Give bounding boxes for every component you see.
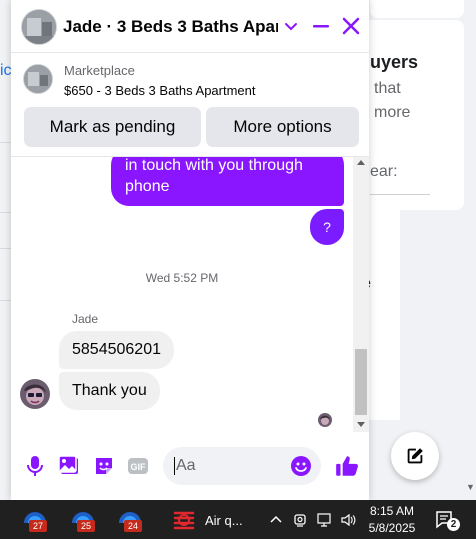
microphone-icon[interactable] — [23, 454, 47, 478]
avatar[interactable] — [20, 379, 50, 409]
taskbar-app-outlook[interactable]: 27 — [20, 507, 50, 533]
chevron-down-icon[interactable] — [283, 18, 299, 34]
notification-count: 2 — [447, 518, 460, 531]
background-top-card — [370, 0, 464, 18]
marketplace-label: Marketplace — [64, 63, 135, 78]
text-caret — [174, 457, 175, 475]
speaker-icon[interactable] — [340, 512, 356, 528]
background-right-text: that — [374, 80, 401, 97]
notification-center-button[interactable]: 2 — [434, 509, 460, 531]
chat-header[interactable]: Jade · 3 Beds 3 Baths Apar… — [11, 0, 369, 54]
message-list[interactable]: in touch with you through phone ? Wed 5:… — [11, 157, 353, 432]
taskbar: 27 25 24 Air q... 8:15 AM 5/8/2025 2 — [0, 500, 476, 539]
network-icon[interactable] — [316, 512, 332, 528]
message-input[interactable]: Aa — [163, 447, 321, 485]
outgoing-message[interactable]: ? — [310, 209, 344, 245]
divider — [11, 52, 369, 53]
incoming-message[interactable]: 5854506201 — [59, 331, 174, 369]
weather-widget-label[interactable]: Air q... — [205, 513, 243, 528]
clock-date[interactable]: 5/8/2025 — [365, 521, 419, 535]
sticker-icon[interactable] — [92, 454, 116, 478]
scrollbar-thumb[interactable] — [355, 349, 367, 415]
background-left-text: ic — [0, 62, 12, 79]
background-right-title: uyers — [370, 52, 419, 72]
gif-label: GIF — [131, 462, 147, 472]
scroll-down-arrow-icon[interactable]: ▼ — [466, 482, 475, 492]
avatar[interactable] — [21, 9, 57, 45]
more-options-button[interactable]: More options — [206, 107, 359, 147]
taskbar-app-outlook[interactable]: 25 — [68, 507, 98, 533]
message-scrollbar[interactable] — [353, 157, 369, 432]
notification-badge: 25 — [77, 520, 95, 532]
incoming-message[interactable]: Thank you — [59, 372, 160, 410]
notification-badge: 24 — [124, 520, 142, 532]
minimize-icon[interactable] — [311, 14, 331, 38]
background-divider — [370, 194, 430, 195]
mark-as-pending-button[interactable]: Mark as pending — [24, 107, 201, 147]
gif-icon[interactable]: GIF — [126, 454, 150, 478]
emoji-icon[interactable] — [289, 454, 313, 478]
listing-thumbnail[interactable] — [23, 64, 53, 94]
outgoing-message-text: in touch with you through phone — [125, 157, 303, 195]
clock-time[interactable]: 8:15 AM — [369, 504, 415, 518]
compose-icon — [407, 448, 423, 464]
listing-title[interactable]: $650 - 3 Beds 3 Baths Apartment — [64, 83, 256, 98]
chevron-up-icon[interactable] — [268, 512, 284, 528]
background-right-text: more — [374, 104, 411, 121]
close-icon[interactable] — [341, 14, 361, 38]
scroll-up-arrow-icon[interactable] — [357, 160, 365, 165]
outgoing-message[interactable]: in touch with you through phone — [111, 157, 344, 206]
air-quality-icon[interactable] — [173, 510, 195, 530]
message-input-placeholder: Aa — [176, 457, 196, 474]
message-composer: GIF Aa — [11, 432, 369, 500]
taskbar-app-outlook[interactable]: 24 — [115, 507, 145, 533]
background-right-text: ear: — [370, 163, 398, 180]
chat-window: Jade · 3 Beds 3 Baths Apar… Marketplace … — [11, 0, 369, 500]
thumbs-up-icon[interactable] — [334, 453, 360, 479]
message-timestamp: Wed 5:52 PM — [145, 271, 219, 285]
scroll-down-arrow-icon[interactable] — [357, 422, 365, 427]
camera-icon[interactable] — [292, 512, 308, 528]
chat-title[interactable]: Jade · 3 Beds 3 Baths Apar… — [63, 17, 278, 37]
notification-badge: 27 — [29, 520, 47, 532]
background-scrollbar[interactable] — [464, 0, 476, 500]
read-receipt-avatar — [318, 413, 332, 427]
photo-icon[interactable] — [57, 454, 81, 478]
new-message-button[interactable] — [391, 432, 439, 480]
sender-name: Jade — [72, 312, 99, 326]
